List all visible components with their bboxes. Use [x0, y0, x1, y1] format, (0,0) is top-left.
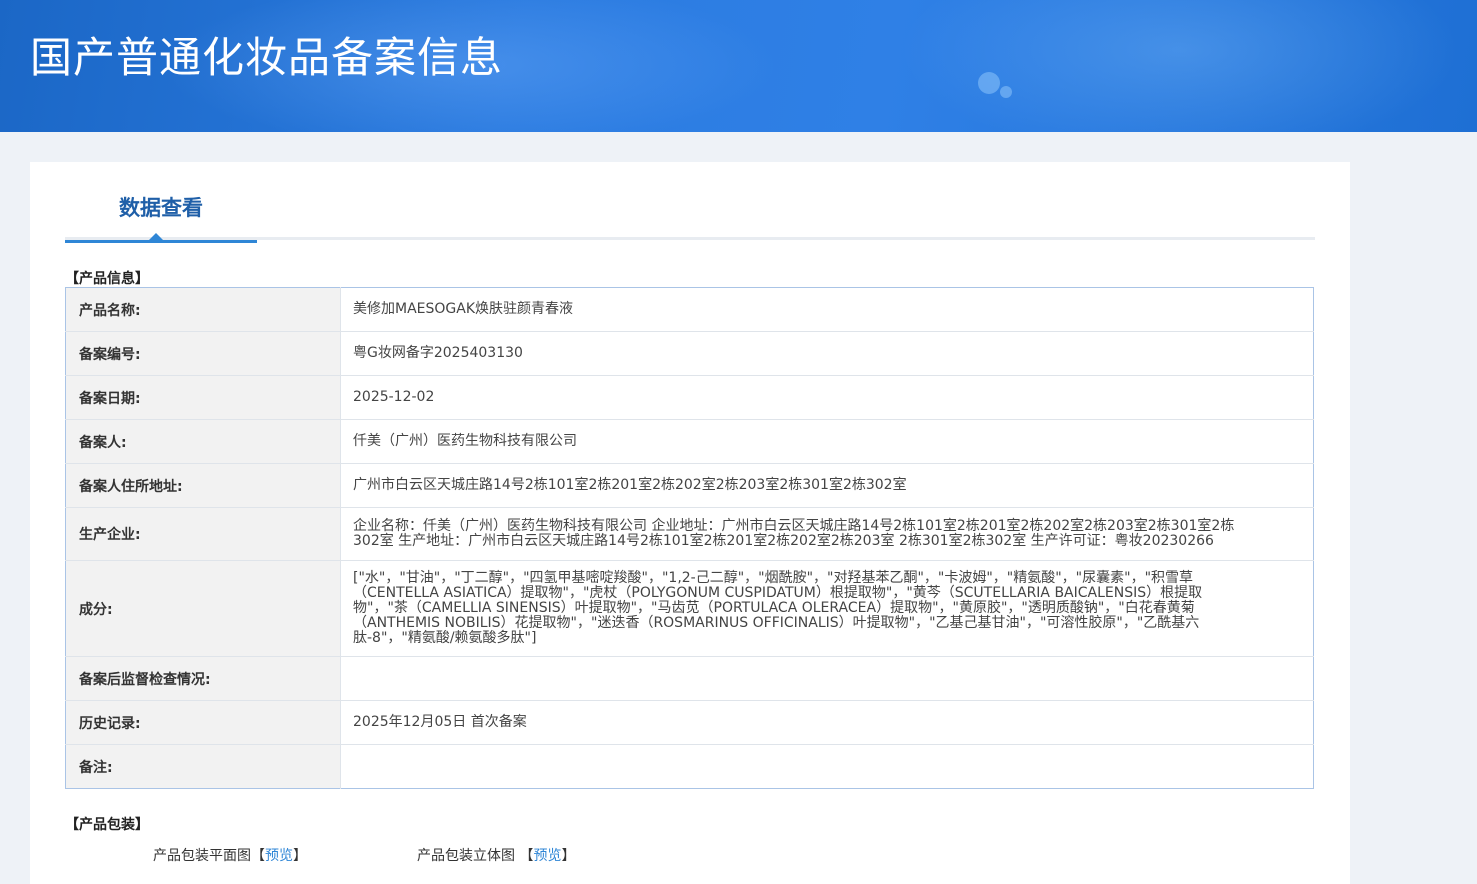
table-row: 备注: — [65, 744, 1314, 789]
field-value: 仟美（广州）医药生物科技有限公司 — [340, 419, 1314, 464]
field-label: 产品名称: — [65, 287, 341, 332]
bracket-open: 【 — [251, 848, 265, 864]
field-value: 2025年12月05日 首次备案 — [340, 700, 1314, 745]
product-info-table: 产品名称: 美修加MAESOGAK焕肤驻颜青春液 备案编号: 粤G妆网备字202… — [65, 287, 1314, 789]
field-label: 备案人住所地址: — [65, 463, 341, 508]
banner-decoration — [1000, 86, 1012, 98]
bracket-open: 【 — [519, 848, 534, 864]
table-row: 历史记录: 2025年12月05日 首次备案 — [65, 700, 1314, 745]
packaging-flat-item: 产品包装平面图【预览】 — [153, 845, 307, 865]
table-row: 备案日期: 2025-12-02 — [65, 375, 1314, 420]
header-banner: 国产普通化妆品备案信息 — [0, 0, 1477, 132]
field-label: 备案编号: — [65, 331, 341, 376]
field-value — [340, 656, 1314, 701]
tab-caret-icon — [149, 233, 163, 240]
field-label: 备注: — [65, 744, 341, 789]
product-info-section-title: 【产品信息】 — [65, 271, 149, 287]
tab-label: 数据查看 — [119, 196, 203, 220]
packaging-flat-label: 产品包装平面图 — [153, 848, 251, 864]
field-value: 广州市白云区天城庄路14号2栋101室2栋201室2栋202室2栋203室2栋3… — [340, 463, 1314, 508]
packaging-solid-item: 产品包装立体图 【预览】 — [417, 845, 575, 865]
tab-bar: 数据查看 — [65, 162, 1315, 243]
field-value: 企业名称：仟美（广州）医药生物科技有限公司 企业地址：广州市白云区天城庄路14号… — [340, 507, 1314, 561]
table-row: 成分: ["水"，"甘油"，"丁二醇"，"四氢甲基嘧啶羧酸"，"1,2-己二醇"… — [65, 560, 1314, 657]
solid-preview-link[interactable]: 预览 — [533, 848, 561, 864]
content-card: 数据查看 【产品信息】 产品名称: 美修加MAESOGAK焕肤驻颜青春液 备案编… — [30, 162, 1350, 884]
bracket-close: 】 — [293, 848, 307, 864]
field-value: 美修加MAESOGAK焕肤驻颜青春液 — [340, 287, 1314, 332]
page-title: 国产普通化妆品备案信息 — [30, 33, 504, 82]
table-row: 备案编号: 粤G妆网备字2025403130 — [65, 331, 1314, 376]
banner-decoration — [978, 72, 1000, 94]
field-value: 粤G妆网备字2025403130 — [340, 331, 1314, 376]
field-value: ["水"，"甘油"，"丁二醇"，"四氢甲基嘧啶羧酸"，"1,2-己二醇"，"烟酰… — [340, 560, 1314, 657]
table-row: 备案后监督检查情况: — [65, 656, 1314, 701]
tab-data-view[interactable]: 数据查看 — [65, 192, 257, 243]
field-label: 历史记录: — [65, 700, 341, 745]
table-row: 产品名称: 美修加MAESOGAK焕肤驻颜青春液 — [65, 287, 1314, 332]
field-label: 备案后监督检查情况: — [65, 656, 341, 701]
table-row: 备案人住所地址: 广州市白云区天城庄路14号2栋101室2栋201室2栋202室… — [65, 463, 1314, 508]
flat-preview-link[interactable]: 预览 — [265, 848, 293, 864]
bracket-close: 】 — [561, 848, 576, 864]
field-value: 2025-12-02 — [340, 375, 1314, 420]
packaging-solid-label: 产品包装立体图 — [417, 848, 515, 864]
table-row: 生产企业: 企业名称：仟美（广州）医药生物科技有限公司 企业地址：广州市白云区天… — [65, 507, 1314, 561]
field-label: 生产企业: — [65, 507, 341, 561]
field-value — [341, 745, 1314, 789]
table-row: 备案人: 仟美（广州）医药生物科技有限公司 — [65, 419, 1314, 464]
packaging-section-title: 【产品包装】 — [65, 817, 149, 833]
field-label: 备案人: — [65, 419, 341, 464]
tab-active-indicator — [65, 240, 257, 243]
field-label: 备案日期: — [65, 375, 341, 420]
banner-decoration — [900, 0, 1460, 132]
field-label: 成分: — [65, 560, 341, 657]
